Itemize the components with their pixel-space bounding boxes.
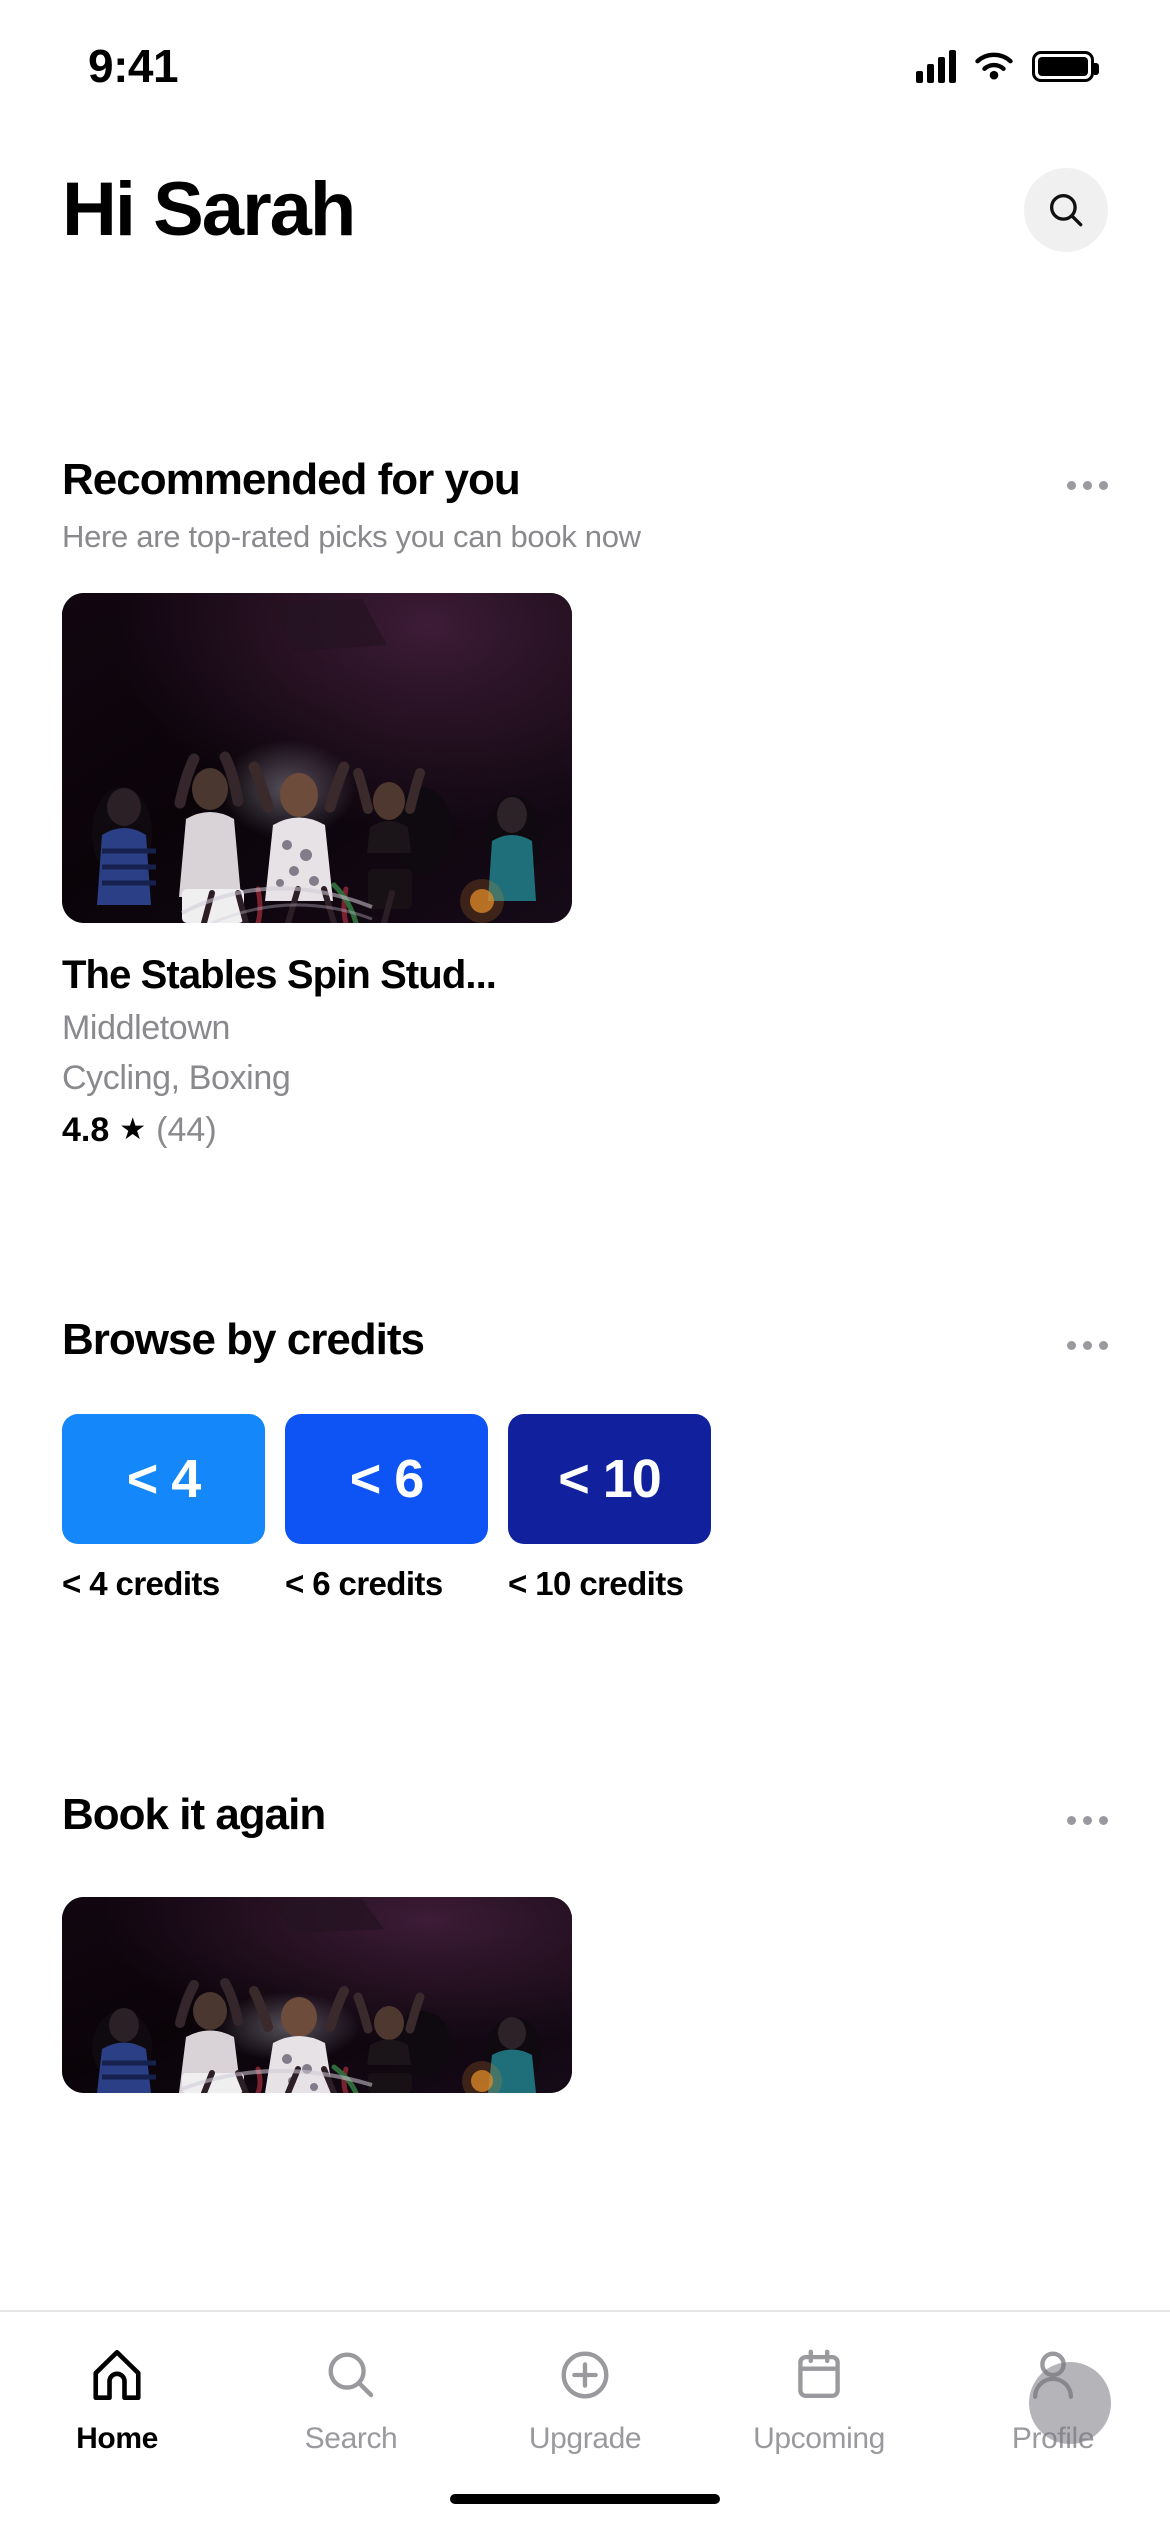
section-subtitle: Here are top-rated picks you can book no… <box>62 518 641 554</box>
tab-profile[interactable]: Profile <box>936 2344 1170 2456</box>
section-book-it-again: Book it again <box>0 1790 1170 2093</box>
status-bar: 9:41 <box>0 0 1170 120</box>
rating-count: (44) <box>156 1110 217 1149</box>
credit-tile-list: < 4 < 4 credits < 6 < 6 credits < 10 < 1… <box>0 1413 1170 1603</box>
tab-search[interactable]: Search <box>234 2344 468 2456</box>
studio-location: Middletown <box>62 1008 230 1047</box>
studio-categories: Cycling, Boxing <box>62 1058 291 1097</box>
more-horizontal-icon[interactable] <box>1067 1816 1108 1825</box>
credit-tile[interactable]: < 4 <box>62 1413 265 1544</box>
credit-tile-label: < 10 credits <box>508 1564 684 1602</box>
section-title: Book it again <box>62 1790 326 1839</box>
more-horizontal-icon[interactable] <box>1067 481 1108 490</box>
tab-label: Upcoming <box>753 2422 885 2455</box>
page-header: Hi Sarah <box>0 168 1170 252</box>
search-icon <box>1049 193 1083 227</box>
page-title: Hi Sarah <box>62 167 356 252</box>
app-screen: 9:41 Hi Sarah Recommended for you Here a… <box>0 0 1170 2532</box>
book-again-card[interactable] <box>62 1896 572 2093</box>
search-icon <box>320 2344 382 2406</box>
credit-tile-label: < 4 credits <box>62 1564 220 1602</box>
section-title: Browse by credits <box>62 1315 425 1364</box>
tab-upcoming[interactable]: Upcoming <box>702 2344 936 2456</box>
search-button[interactable] <box>1024 168 1108 252</box>
status-indicators <box>916 49 1099 83</box>
battery-full-icon <box>1032 50 1099 82</box>
studio-rating: 4.8 ★ (44) <box>62 1111 1108 1150</box>
plus-circle-icon <box>554 2344 616 2406</box>
home-icon <box>86 2344 148 2406</box>
credit-tile-label: < 6 credits <box>285 1564 443 1602</box>
section-title: Recommended for you <box>62 455 521 504</box>
section-header-recommended: Recommended for you <box>0 455 1170 506</box>
section-recommended: Recommended for you Here are top-rated p… <box>0 455 1170 1150</box>
tab-label: Profile <box>1011 2422 1095 2455</box>
wifi-icon <box>975 52 1013 80</box>
tab-upgrade[interactable]: Upgrade <box>468 2344 702 2456</box>
credit-tile[interactable]: < 10 <box>508 1413 711 1544</box>
status-time: 9:41 <box>88 40 179 92</box>
indoor-cycling-class-photo <box>62 592 572 923</box>
studio-name: The Stables Spin Stud... <box>62 952 497 997</box>
tab-label: Upgrade <box>528 2422 642 2455</box>
credit-tile-item[interactable]: < 6 < 6 credits <box>285 1413 488 1603</box>
home-indicator <box>450 2494 720 2504</box>
credit-tile[interactable]: < 6 <box>285 1413 488 1544</box>
studio-photo[interactable] <box>62 592 572 923</box>
calendar-icon <box>788 2344 850 2406</box>
indoor-cycling-class-photo <box>62 1896 572 2093</box>
star-filled-icon: ★ <box>119 1113 147 1147</box>
person-icon <box>1022 2344 1084 2406</box>
credit-tile-item[interactable]: < 4 < 4 credits <box>62 1413 265 1603</box>
section-header-book-again: Book it again <box>0 1790 1170 1841</box>
tab-label: Search <box>304 2422 398 2455</box>
tab-home[interactable]: Home <box>0 2344 234 2456</box>
cellular-bars-icon <box>916 49 956 83</box>
credit-tile-item[interactable]: < 10 < 10 credits <box>508 1413 711 1603</box>
studio-card[interactable]: The Stables Spin Stud... Middletown Cycl… <box>0 592 1170 1150</box>
tab-label: Home <box>76 2422 158 2455</box>
rating-score: 4.8 <box>62 1110 110 1149</box>
more-horizontal-icon[interactable] <box>1067 1341 1108 1350</box>
section-browse-by-credits: Browse by credits < 4 < 4 credits < 6 < … <box>0 1315 1170 1603</box>
section-header-credits: Browse by credits <box>0 1315 1170 1366</box>
